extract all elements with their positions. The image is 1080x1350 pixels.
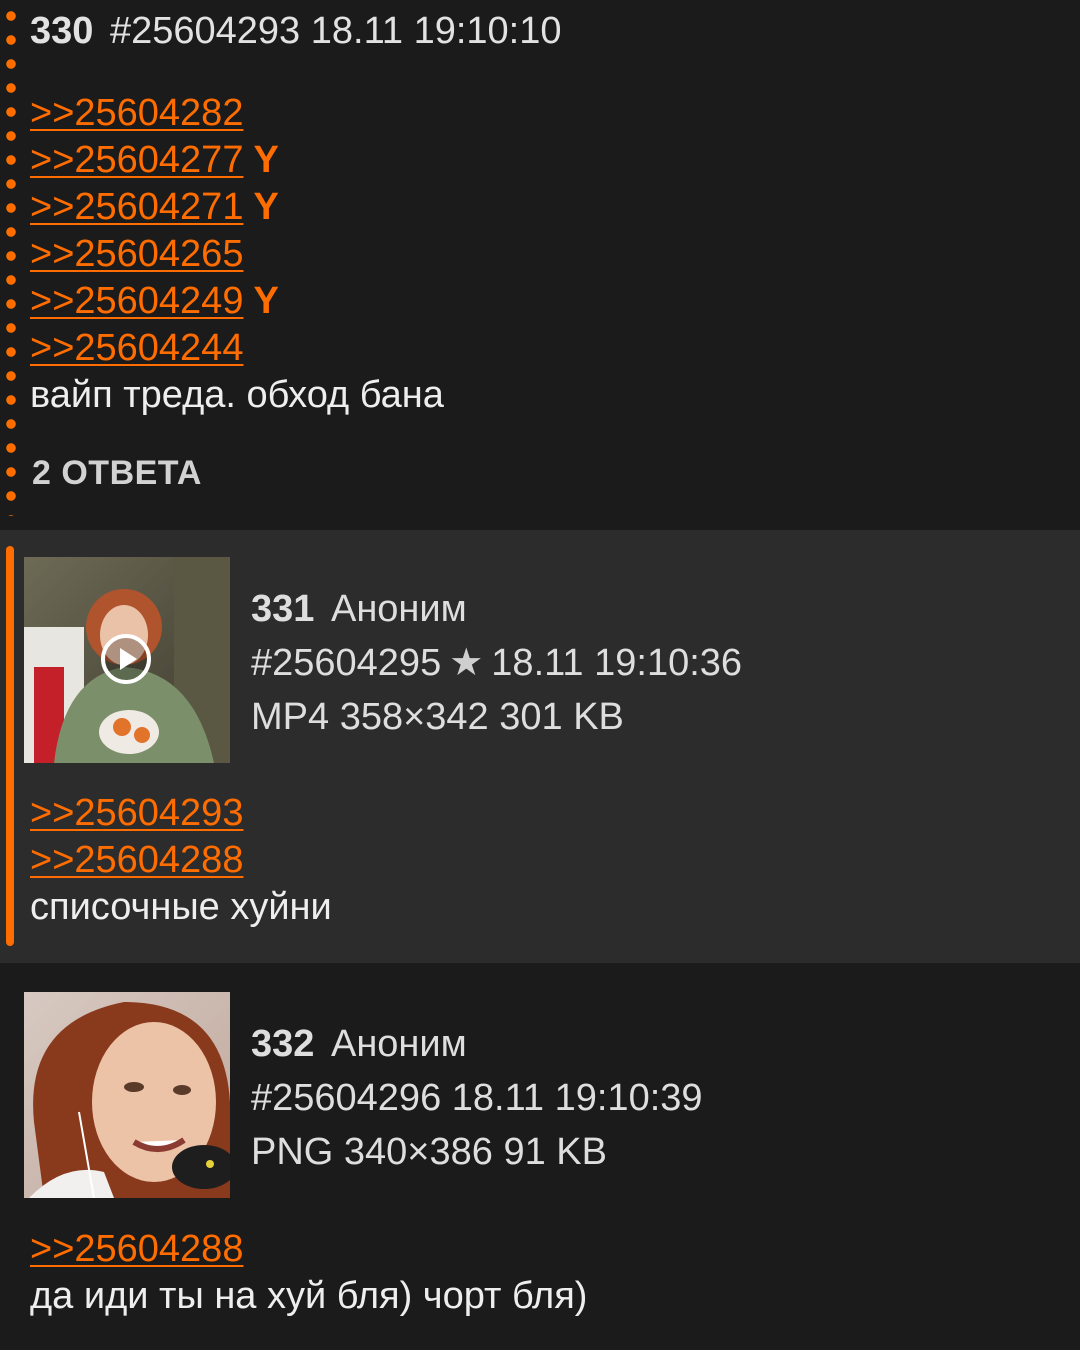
post-330: 330 #25604293 18.11 19:10:10 >>25604282 … bbox=[0, 0, 1080, 530]
play-icon[interactable] bbox=[100, 633, 152, 685]
post-331: 331 Аноним #25604295 ★ 18.11 19:10:36 MP4 … bbox=[0, 530, 1080, 963]
video-thumbnail[interactable] bbox=[24, 557, 230, 763]
post-meta: 332 Аноним #25604296 18.11 19:10:39 PNG … bbox=[251, 1017, 703, 1179]
thumbnail-image bbox=[24, 992, 230, 1198]
post-332: 332 Аноним #25604296 18.11 19:10:39 PNG … bbox=[0, 963, 1080, 1350]
reply-link[interactable]: >>25604244 bbox=[30, 327, 243, 369]
post-text: списочные хуйни bbox=[30, 886, 332, 928]
poster-name: Аноним bbox=[330, 1023, 467, 1065]
poster-name: Аноним bbox=[330, 588, 467, 630]
replies-count-button[interactable]: 2 ОТВЕТА bbox=[32, 454, 202, 493]
post-body: >>25604293 >>25604288 списочные хуйни bbox=[30, 790, 332, 931]
post-id[interactable]: #25604296 bbox=[251, 1077, 441, 1119]
reply-link[interactable]: >>25604265 bbox=[30, 233, 243, 275]
image-thumbnail[interactable] bbox=[24, 992, 230, 1198]
you-marker: Y bbox=[253, 186, 279, 228]
thread-indicator-dots bbox=[5, 4, 17, 516]
post-datetime: 18.11 19:10:36 bbox=[491, 642, 743, 684]
reply-link[interactable]: >>25604277 bbox=[30, 139, 243, 181]
you-marker: Y bbox=[253, 280, 279, 322]
post-meta: 331 Аноним #25604295 ★ 18.11 19:10:36 MP4 … bbox=[251, 582, 742, 744]
reply-link[interactable]: >>25604249 bbox=[30, 280, 243, 322]
reply-link[interactable]: >>25604282 bbox=[30, 92, 243, 134]
post-number: 330 bbox=[30, 10, 94, 52]
reply-link[interactable]: >>25604288 bbox=[30, 839, 243, 881]
reply-link[interactable]: >>25604271 bbox=[30, 186, 243, 228]
post-number: 331 bbox=[251, 588, 315, 630]
post-datetime: 18.11 19:10:10 bbox=[310, 10, 562, 52]
post-text: вайп треда. обход бана bbox=[30, 374, 444, 416]
post-datetime: 18.11 19:10:39 bbox=[451, 1077, 703, 1119]
post-body: >>25604288 да иди ты на хуй бля) чорт бл… bbox=[30, 1226, 587, 1320]
highlight-bar bbox=[6, 546, 14, 946]
star-icon: ★ bbox=[449, 642, 484, 684]
post-id[interactable]: #25604293 bbox=[110, 10, 300, 52]
you-marker: Y bbox=[253, 139, 279, 181]
post-header: 330 #25604293 18.11 19:10:10 bbox=[30, 10, 562, 53]
file-info: MP4 358×342 301 KB bbox=[251, 696, 624, 738]
post-body: >>25604282 >>25604277 Y >>25604271 Y >>256… bbox=[30, 90, 444, 419]
reply-link[interactable]: >>25604293 bbox=[30, 792, 243, 834]
file-info: PNG 340×386 91 KB bbox=[251, 1131, 607, 1173]
reply-link[interactable]: >>25604288 bbox=[30, 1228, 243, 1270]
post-number: 332 bbox=[251, 1023, 315, 1065]
post-id[interactable]: #25604295 bbox=[251, 642, 441, 684]
post-text: да иди ты на хуй бля) чорт бля) bbox=[30, 1275, 588, 1317]
